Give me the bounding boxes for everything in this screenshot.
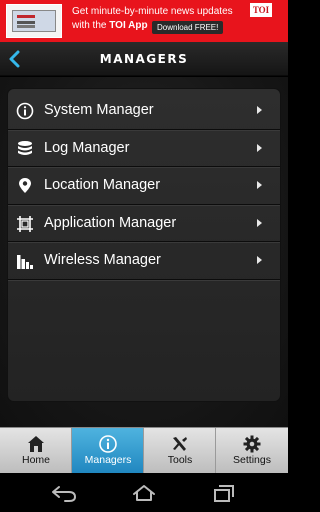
menu-item-label: System Manager bbox=[44, 102, 154, 118]
menu-item-log-manager[interactable]: Log Manager bbox=[8, 130, 280, 167]
ad-brand-name: TOI App bbox=[109, 20, 148, 31]
chevron-right-icon bbox=[257, 181, 262, 189]
tab-home[interactable]: Home bbox=[0, 428, 72, 474]
menu-item-location-manager[interactable]: Location Manager bbox=[8, 167, 280, 205]
ad-headline: Get minute-by-minute news updates bbox=[72, 6, 233, 17]
chevron-left-icon bbox=[9, 50, 20, 68]
system-navigation-bar bbox=[0, 473, 288, 512]
database-icon bbox=[18, 140, 32, 155]
menu-item-label: Log Manager bbox=[44, 139, 130, 156]
title-bar: MANAGERS bbox=[0, 42, 288, 76]
ad-banner[interactable]: Get minute-by-minute news updates with t… bbox=[0, 0, 288, 42]
tab-tools[interactable]: Tools bbox=[144, 428, 216, 474]
chevron-right-icon bbox=[257, 143, 262, 152]
home-icon bbox=[28, 436, 44, 452]
main-content: System Manager Log Manager Location Mana… bbox=[0, 77, 288, 427]
menu-item-wireless-manager[interactable]: Wireless Manager bbox=[8, 242, 280, 280]
ad-subline-prefix: with the bbox=[72, 20, 107, 31]
ad-download-button[interactable]: Download FREE! bbox=[152, 21, 224, 34]
managers-menu: System Manager Log Manager Location Mana… bbox=[8, 92, 280, 280]
chevron-right-icon bbox=[257, 106, 262, 114]
tab-managers[interactable]: Managers bbox=[72, 428, 144, 474]
chevron-right-icon bbox=[257, 218, 262, 227]
page-title: MANAGERS bbox=[99, 52, 189, 66]
ad-subline: with the TOI App bbox=[72, 20, 148, 31]
menu-item-label: Application Manager bbox=[44, 214, 177, 231]
back-nav-icon[interactable] bbox=[50, 483, 78, 503]
tools-icon bbox=[173, 437, 187, 451]
tab-label: Tools bbox=[167, 454, 193, 466]
managers-panel: System Manager Log Manager Location Mana… bbox=[8, 89, 280, 401]
back-button[interactable] bbox=[6, 50, 24, 68]
menu-item-label: Wireless Manager bbox=[44, 252, 161, 268]
home-nav-icon[interactable] bbox=[130, 483, 158, 503]
tab-label: Home bbox=[21, 454, 50, 466]
menu-item-application-manager[interactable]: Application Manager bbox=[8, 205, 280, 242]
signal-bars-icon bbox=[17, 255, 33, 269]
tab-label: Managers bbox=[84, 454, 132, 466]
info-icon bbox=[99, 435, 117, 453]
info-icon bbox=[16, 102, 34, 120]
menu-item-label: Location Manager bbox=[44, 177, 161, 193]
bottom-tab-bar: Home Managers Tools Settings bbox=[0, 427, 288, 474]
chevron-right-icon bbox=[257, 256, 262, 264]
tab-label: Settings bbox=[233, 454, 271, 466]
ad-logo: TOI bbox=[250, 3, 272, 17]
tab-settings[interactable]: Settings bbox=[216, 428, 288, 474]
app-frame-icon bbox=[17, 215, 33, 232]
ad-thumbnail-image bbox=[6, 4, 62, 38]
recent-apps-icon[interactable] bbox=[210, 483, 238, 503]
gear-icon bbox=[243, 435, 261, 453]
location-pin-icon bbox=[19, 178, 31, 193]
menu-item-system-manager[interactable]: System Manager bbox=[8, 92, 280, 130]
